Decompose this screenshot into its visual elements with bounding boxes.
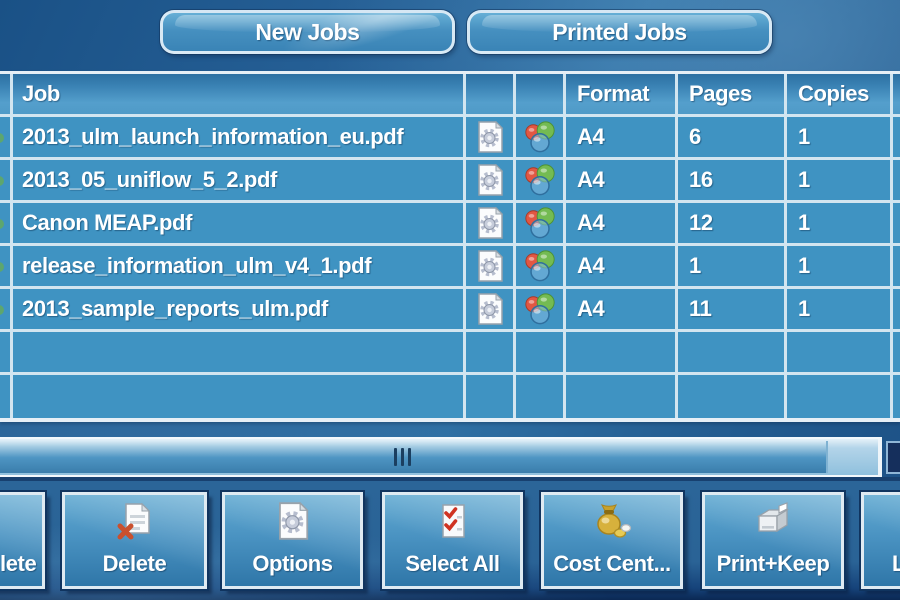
print-release-screen: New Jobs Printed Jobs Job Format Pages C… [0,0,900,600]
doc-gear-icon [466,289,516,329]
row-overflow-cell [893,246,900,286]
row-overflow-cell [893,160,900,200]
row-status-cell [0,289,13,329]
format-cell: A4 [566,203,678,243]
status-dot-icon [0,262,4,272]
job-name-cell: release_information_ulm_v4_1.pdf [13,246,466,286]
print-keep-button[interactable]: Print+Keep [702,492,844,589]
doc-gear-icon [466,203,516,243]
table-row[interactable]: release_information_ulm_v4_1.pdf A4 1 1 [0,246,900,289]
money-bag-icon [544,502,680,542]
cost-center-button[interactable]: Cost Cent... [541,492,683,589]
column-header-doc-options [466,74,516,114]
copies-cell: 1 [787,203,893,243]
row-overflow-cell [893,203,900,243]
doc-gear-icon [466,246,516,286]
copies-cell: 1 [787,117,893,157]
color-pages-icon [516,246,566,286]
table-header-row: Job Format Pages Copies [0,74,900,117]
options-button[interactable]: Options [222,492,363,589]
column-header-color [516,74,566,114]
print-keep-button-label: Print+Keep [717,551,830,577]
row-status-cell [0,246,13,286]
job-name-cell: 2013_sample_reports_ulm.pdf [13,289,466,329]
scroll-right-button[interactable] [886,441,900,474]
pages-cell: 1 [678,246,787,286]
pages-cell: 11 [678,289,787,329]
delete-button-label: Delete [103,551,167,577]
doc-gear-icon [466,160,516,200]
partial-right-button-label: L [864,551,900,577]
status-dot-icon [0,176,4,186]
partial-left-button[interactable]: lete [0,492,45,589]
cost-center-button-label: Cost Cent... [553,551,670,577]
color-pages-icon [516,203,566,243]
column-header-copies: Copies [787,74,893,114]
row-overflow-cell [893,289,900,329]
horizontal-scrollbar-thumb[interactable] [0,441,828,473]
table-row[interactable]: 2013_05_uniflow_5_2.pdf A4 16 1 [0,160,900,203]
status-dot-icon [0,219,4,229]
tab-new-jobs-label: New Jobs [255,19,359,46]
pages-cell: 6 [678,117,787,157]
job-name-cell: 2013_05_uniflow_5_2.pdf [13,160,466,200]
job-name-cell: 2013_ulm_launch_information_eu.pdf [13,117,466,157]
status-dot-icon [0,133,4,143]
row-status-cell [0,160,13,200]
table-row[interactable]: Canon MEAP.pdf A4 12 1 [0,203,900,246]
copies-cell: 1 [787,246,893,286]
options-button-label: Options [252,551,332,577]
format-cell: A4 [566,160,678,200]
color-pages-icon [516,117,566,157]
row-status-cell [0,203,13,243]
table-row[interactable]: 2013_sample_reports_ulm.pdf A4 11 1 [0,289,900,332]
checklist-icon [385,502,520,542]
select-all-button[interactable]: Select All [382,492,523,589]
header-overflow-col [893,74,900,114]
copies-cell: 1 [787,160,893,200]
delete-button[interactable]: Delete [62,492,207,589]
pages-cell: 16 [678,160,787,200]
tab-new-jobs[interactable]: New Jobs [160,10,455,54]
format-cell: A4 [566,117,678,157]
tab-printed-jobs-label: Printed Jobs [552,19,687,46]
color-pages-icon [516,289,566,329]
table-row-empty[interactable] [0,332,900,375]
delete-doc-icon [65,502,204,542]
status-dot-icon [0,305,4,315]
table-row[interactable]: 2013_ulm_launch_information_eu.pdf A4 6 … [0,117,900,160]
select-all-button-label: Select All [405,551,499,577]
header-status-col [0,74,13,114]
tab-printed-jobs[interactable]: Printed Jobs [467,10,772,54]
doc-gear-icon [466,117,516,157]
row-overflow-cell [893,117,900,157]
column-header-format: Format [566,74,678,114]
row-status-cell [0,117,13,157]
copies-cell: 1 [787,289,893,329]
job-table: Job Format Pages Copies 2013_ulm_launch_… [0,71,900,422]
horizontal-scrollbar-track[interactable] [0,437,882,477]
pages-cell: 12 [678,203,787,243]
column-header-pages: Pages [678,74,787,114]
printer-icon [705,502,841,542]
column-header-job: Job [13,74,466,114]
job-name-cell: Canon MEAP.pdf [13,203,466,243]
scrollbar-grip-icon [394,448,411,466]
doc-gear-icon [225,502,360,540]
format-cell: A4 [566,289,678,329]
format-cell: A4 [566,246,678,286]
table-row-empty[interactable] [0,375,900,418]
color-pages-icon [516,160,566,200]
partial-right-button[interactable]: L [861,492,900,589]
partial-left-button-label: lete [0,551,36,577]
